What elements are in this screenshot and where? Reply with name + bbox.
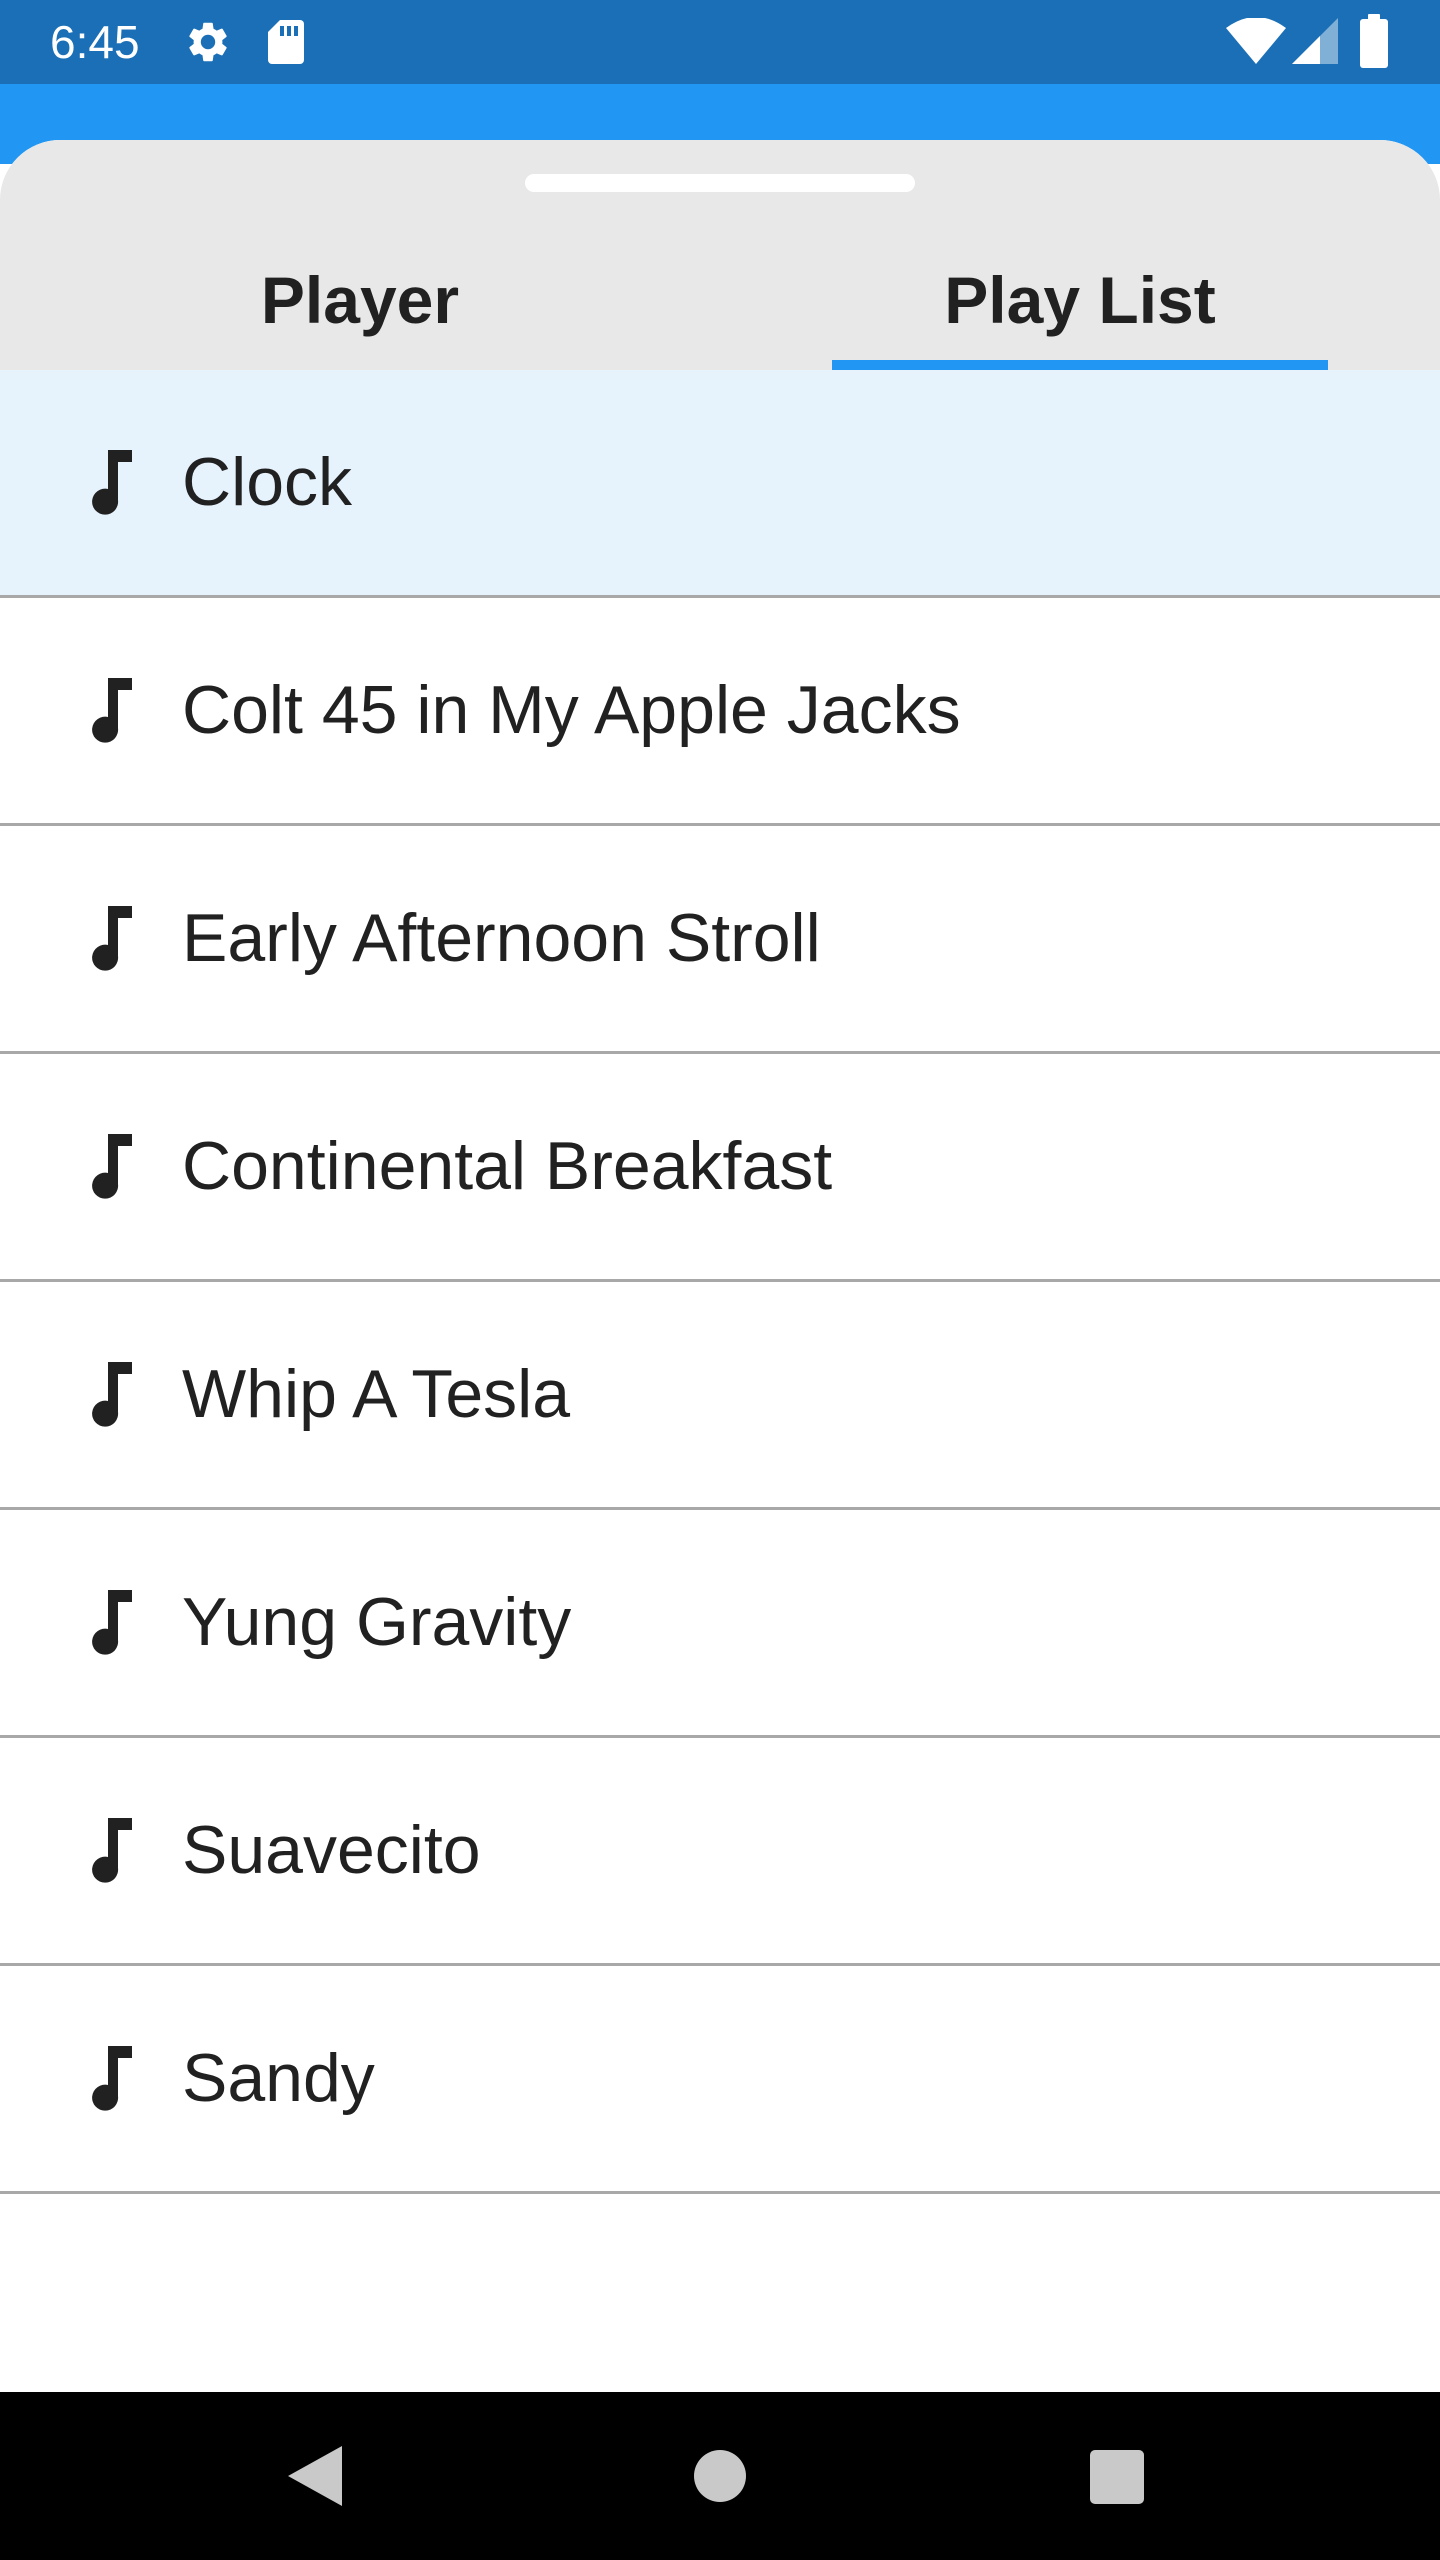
- music-note-icon: [92, 1590, 132, 1655]
- status-bar: 6:45: [0, 0, 1440, 84]
- tab-indicator: [832, 360, 1328, 370]
- wifi-icon: [1226, 18, 1286, 64]
- song-title: Clock: [182, 444, 353, 520]
- playlist: Clock Colt 45 in My Apple Jacks Early Af…: [0, 370, 1440, 2194]
- tab-player[interactable]: Player: [0, 230, 720, 370]
- song-title: Suavecito: [182, 1812, 481, 1888]
- song-title: Sandy: [182, 2040, 375, 2116]
- back-icon[interactable]: [288, 2446, 342, 2506]
- playlist-item[interactable]: Colt 45 in My Apple Jacks: [0, 598, 1440, 826]
- home-icon[interactable]: [694, 2450, 746, 2502]
- music-note-icon: [92, 450, 132, 515]
- sd-card-icon: [268, 20, 304, 64]
- song-title: Colt 45 in My Apple Jacks: [182, 672, 961, 748]
- playlist-item[interactable]: Continental Breakfast: [0, 1054, 1440, 1282]
- music-note-icon: [92, 1818, 132, 1883]
- status-time: 6:45: [50, 16, 140, 68]
- bottom-sheet: Player Play List Clock Colt 45 in My App…: [0, 140, 1440, 2392]
- gear-icon: [189, 22, 227, 62]
- music-note-icon: [92, 678, 132, 743]
- playlist-item[interactable]: Suavecito: [0, 1738, 1440, 1966]
- playlist-item[interactable]: Clock: [0, 370, 1440, 598]
- battery-icon: [1360, 14, 1388, 68]
- tab-play-list[interactable]: Play List: [720, 230, 1440, 370]
- music-note-icon: [92, 1362, 132, 1427]
- cellular-signal-icon: [1292, 18, 1338, 64]
- song-title: Whip A Tesla: [182, 1356, 571, 1432]
- navigation-bar: [0, 2392, 1440, 2560]
- song-title: Early Afternoon Stroll: [182, 900, 821, 976]
- song-title: Continental Breakfast: [182, 1128, 833, 1204]
- music-note-icon: [92, 1134, 132, 1199]
- playlist-item[interactable]: Early Afternoon Stroll: [0, 826, 1440, 1054]
- music-note-icon: [92, 906, 132, 971]
- song-title: Yung Gravity: [182, 1584, 572, 1660]
- playlist-item[interactable]: Sandy: [0, 1966, 1440, 2194]
- playlist-item[interactable]: Whip A Tesla: [0, 1282, 1440, 1510]
- drag-handle[interactable]: [525, 174, 915, 192]
- recents-icon[interactable]: [1090, 2450, 1144, 2504]
- music-note-icon: [92, 2046, 132, 2111]
- playlist-item[interactable]: Yung Gravity: [0, 1510, 1440, 1738]
- tab-header: Player Play List: [0, 140, 1440, 370]
